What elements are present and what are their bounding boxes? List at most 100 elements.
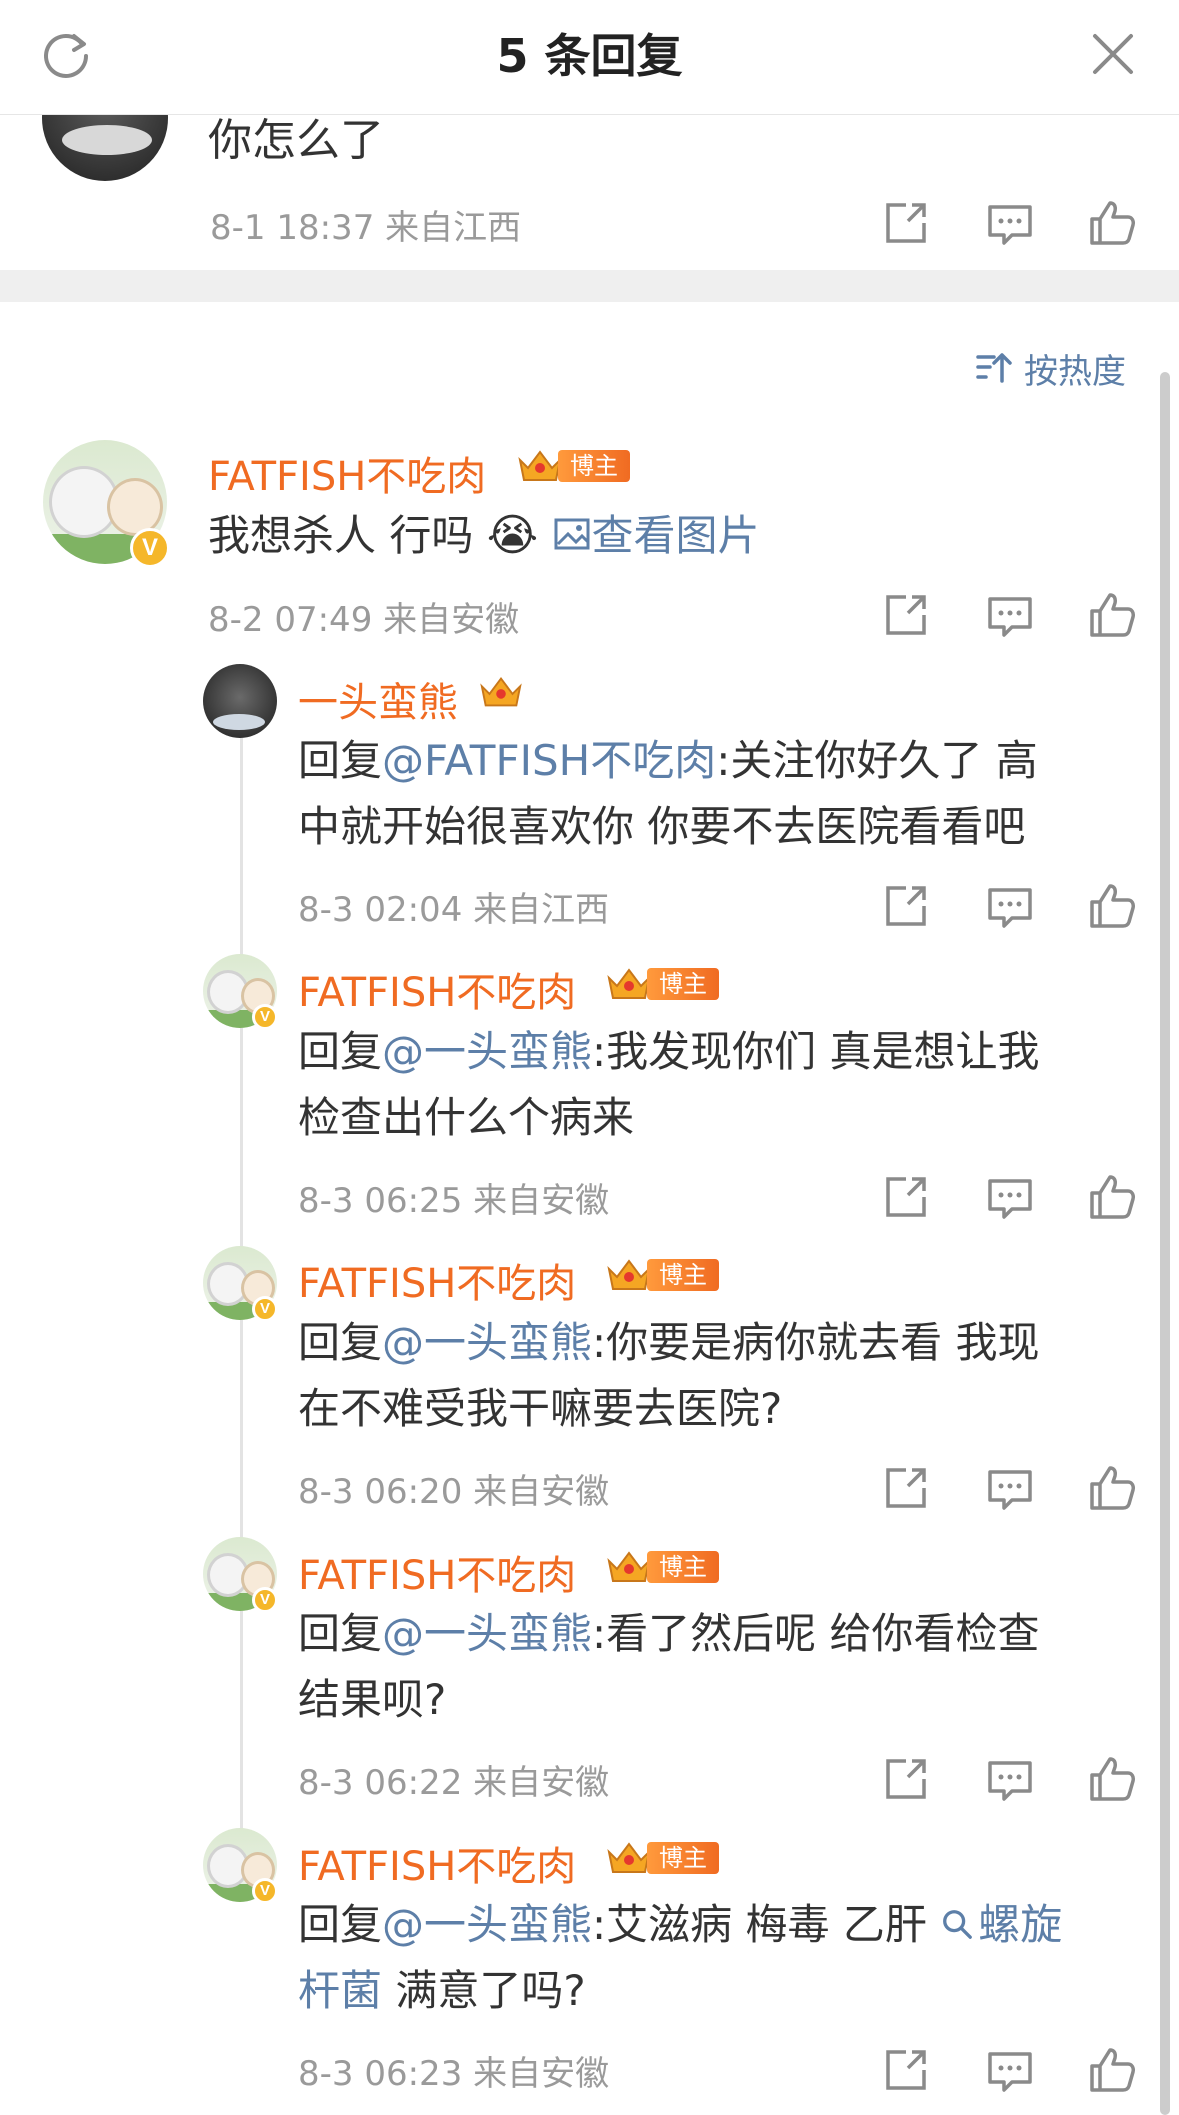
- verified-badge-icon: V: [252, 1004, 278, 1030]
- reply-time: 8-3 02:04: [298, 890, 463, 930]
- like-icon[interactable]: [1084, 878, 1140, 934]
- comment-actions: [878, 587, 1158, 643]
- parent-comment: 你怎么了 8-1 18:37 来自江西: [0, 115, 1179, 270]
- share-icon[interactable]: [878, 1169, 934, 1225]
- comment-icon[interactable]: [982, 1751, 1038, 1807]
- crown-icon: [607, 968, 651, 999]
- reply-meta: 8-3 06:20 来自安徽: [298, 1464, 609, 1513]
- verified-badge-icon: V: [130, 528, 170, 568]
- image-icon: [554, 518, 589, 550]
- search-link-text: 螺旋: [978, 1900, 1063, 1949]
- reply-location: 来自安徽: [473, 1472, 610, 1512]
- reply-time: 8-3 06:20: [298, 1472, 463, 1512]
- username[interactable]: FATFISH不吃肉: [298, 1543, 576, 1601]
- reply-meta: 8-3 06:23 来自安徽: [298, 2046, 609, 2095]
- comment-icon[interactable]: [982, 587, 1038, 643]
- sort-by-hot-button[interactable]: 按热度: [974, 343, 1126, 393]
- sort-label: 按热度: [1024, 351, 1126, 392]
- mention-link[interactable]: @一头蛮熊: [382, 1900, 592, 1949]
- username[interactable]: FATFISH不吃肉: [298, 960, 576, 1018]
- section-divider: [0, 270, 1179, 302]
- comment-icon[interactable]: [982, 878, 1038, 934]
- reply-actions: [878, 1169, 1158, 1225]
- avatar[interactable]: [42, 115, 168, 181]
- like-icon[interactable]: [1084, 587, 1140, 643]
- comment-icon[interactable]: [982, 1460, 1038, 1516]
- share-icon[interactable]: [878, 2042, 934, 2098]
- reply-prefix: 回复: [298, 1609, 383, 1658]
- share-icon[interactable]: [878, 587, 934, 643]
- verified-badge-icon: V: [252, 1587, 278, 1613]
- badge-label: 博主: [647, 1842, 719, 1874]
- mention-link[interactable]: @一头蛮熊: [382, 1027, 592, 1076]
- reply-body-line2: 检查出什么个病来: [298, 1093, 635, 1142]
- search-link[interactable]: 螺旋: [940, 1900, 1062, 1949]
- blogger-badge: 博主: [516, 448, 630, 484]
- crown-icon: [518, 450, 562, 481]
- crown-icon: [607, 1259, 651, 1290]
- like-icon[interactable]: [1084, 1169, 1140, 1225]
- reply-time: 8-3 06:23: [298, 2054, 463, 2094]
- username[interactable]: FATFISH不吃肉: [298, 1834, 576, 1892]
- view-image-label: 查看图片: [591, 511, 760, 560]
- crown-icon: [478, 672, 524, 716]
- blogger-badge: 博主: [605, 1840, 719, 1876]
- reply-actions: [878, 878, 1158, 934]
- badge-label: 博主: [558, 450, 630, 482]
- comment-time: 8-2 07:49: [208, 600, 373, 640]
- view-image-link[interactable]: 查看图片: [552, 511, 760, 560]
- comment-text: 你怎么了: [208, 115, 384, 166]
- reply-text: 回复@FATFISH不吃肉:关注你好久了 高 中就开始很喜欢你 你要不去医院看看…: [298, 728, 1038, 860]
- mention-link[interactable]: @一头蛮熊: [382, 1609, 592, 1658]
- share-icon[interactable]: [878, 878, 934, 934]
- comment-icon[interactable]: [982, 1169, 1038, 1225]
- reply-prefix: 回复: [298, 1027, 383, 1076]
- like-icon[interactable]: [1084, 2042, 1140, 2098]
- blogger-badge: 博主: [605, 966, 719, 1002]
- reply-prefix: 回复: [298, 1318, 383, 1367]
- crying-emoji-icon: 😭: [486, 510, 539, 561]
- reply-body-line2: 在不难受我干嘛要去医院?: [298, 1384, 783, 1433]
- username[interactable]: 一头蛮熊: [298, 670, 458, 728]
- share-icon[interactable]: [878, 1751, 934, 1807]
- reply-meta: 8-3 06:22 来自安徽: [298, 1755, 609, 1804]
- blogger-badge: 博主: [605, 1257, 719, 1293]
- mention-link[interactable]: @FATFISH不吃肉: [382, 736, 716, 785]
- like-icon[interactable]: [1084, 195, 1140, 251]
- like-icon[interactable]: [1084, 1751, 1140, 1807]
- reply-prefix: 回复: [298, 736, 383, 785]
- reply-prefix: 回复: [298, 1900, 383, 1949]
- close-icon[interactable]: [1085, 26, 1141, 82]
- mention-link[interactable]: @一头蛮熊: [382, 1318, 592, 1367]
- reply-body-line1: :看了然后呢 给你看检查: [592, 1609, 1040, 1658]
- reply-body-line2: 满意了吗?: [382, 1966, 586, 2015]
- reply-meta: 8-3 06:25 来自安徽: [298, 1173, 609, 1222]
- username[interactable]: FATFISH不吃肉: [208, 444, 486, 502]
- like-icon[interactable]: [1084, 1460, 1140, 1516]
- reply-time: 8-3 06:25: [298, 1181, 463, 1221]
- reply-meta: 8-3 02:04 来自江西: [298, 882, 609, 931]
- share-icon[interactable]: [878, 1460, 934, 1516]
- reply-body-line2: 结果呗?: [298, 1675, 447, 1724]
- comment-meta: 8-2 07:49 来自安徽: [208, 592, 519, 641]
- scrollbar[interactable]: [1160, 372, 1170, 2115]
- reply-body-line1: :关注你好久了 高: [716, 736, 1038, 785]
- comment-body: 我想杀人 行吗: [208, 511, 474, 560]
- reply-actions: [878, 1751, 1158, 1807]
- comment-icon[interactable]: [982, 2042, 1038, 2098]
- reply-location: 来自安徽: [473, 1763, 610, 1803]
- comment-icon[interactable]: [982, 195, 1038, 251]
- reply-text: 回复@一头蛮熊:我发现你们 真是想让我 检查出什么个病来: [298, 1019, 1040, 1151]
- search-icon: [943, 1910, 973, 1939]
- blogger-badge: 博主: [605, 1549, 719, 1585]
- crown-icon: [607, 1551, 651, 1582]
- avatar[interactable]: [203, 664, 277, 738]
- sort-icon: [976, 353, 1012, 383]
- share-icon[interactable]: [878, 195, 934, 251]
- reply-text: 回复@一头蛮熊:你要是病你就去看 我现 在不难受我干嘛要去医院?: [298, 1310, 1040, 1442]
- reply-location: 来自安徽: [473, 1181, 610, 1221]
- username[interactable]: FATFISH不吃肉: [298, 1251, 576, 1309]
- reply-location: 来自安徽: [473, 2054, 610, 2094]
- crown-icon: [607, 1842, 651, 1873]
- search-link-continued[interactable]: 杆菌: [298, 1966, 382, 2015]
